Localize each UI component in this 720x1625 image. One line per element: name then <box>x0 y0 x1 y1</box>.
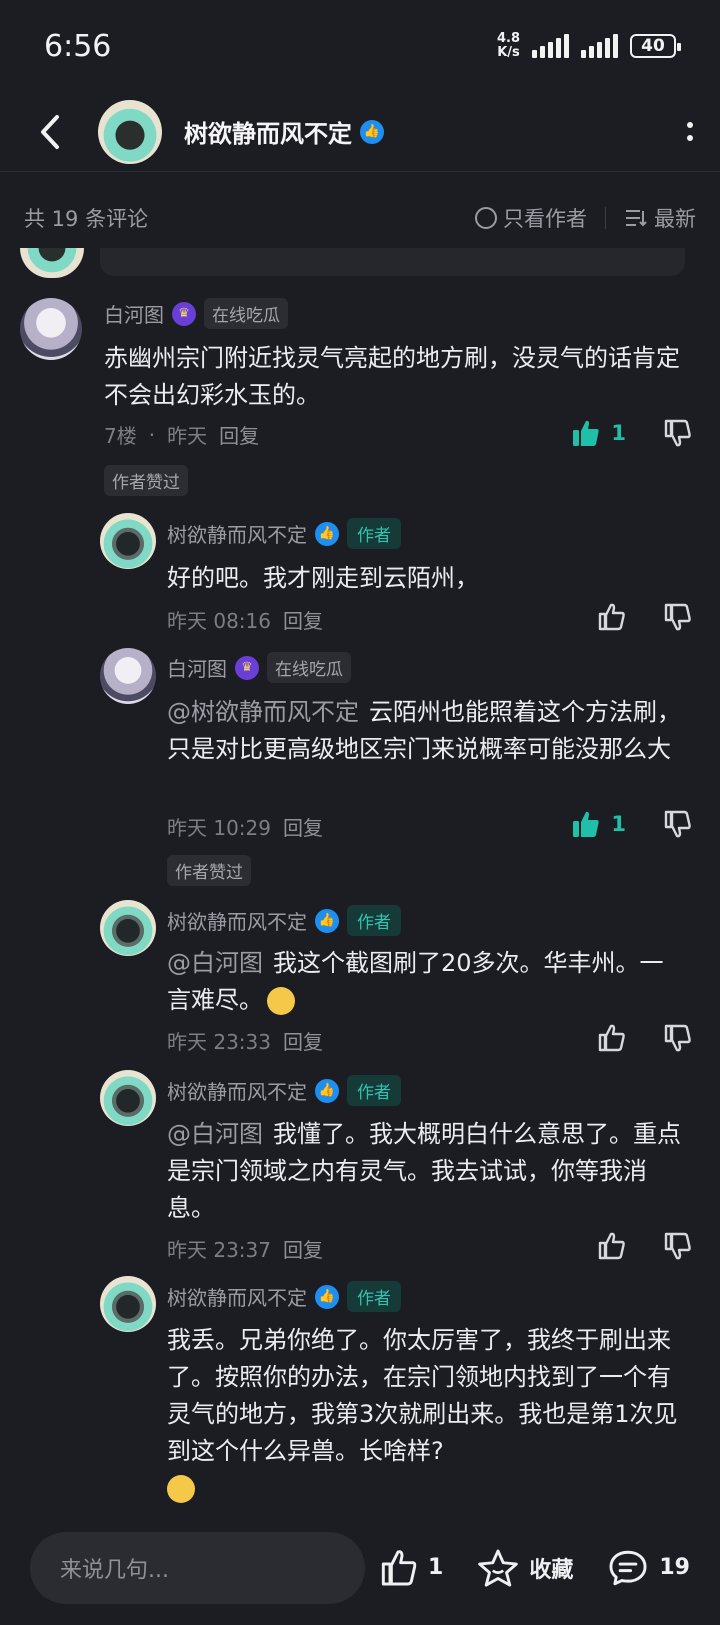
thumbs-up-icon[interactable] <box>596 1023 626 1053</box>
thumbs-up-filled-icon <box>573 420 599 446</box>
status-time: 6:56 <box>44 28 112 64</box>
trophy-icon: ♛ <box>172 301 196 326</box>
thumbs-down-icon[interactable] <box>662 602 692 632</box>
comment-time: 昨天 23:37 <box>167 1238 271 1262</box>
trophy-icon: ♛ <box>235 655 259 680</box>
avatar[interactable] <box>100 648 156 704</box>
reply-button[interactable]: 回复 <box>283 812 323 841</box>
comment-time: 昨天 10:29 <box>167 816 271 840</box>
author-badge: 作者 <box>347 518 401 549</box>
comment-time: 昨天 08:16 <box>167 609 271 633</box>
like-count: 1 <box>611 812 626 836</box>
like-button[interactable]: 1 <box>571 809 626 839</box>
floor-number: 7楼 <box>104 424 137 448</box>
avatar <box>20 248 84 278</box>
verified-icon: 👍 <box>315 1078 339 1103</box>
thumbs-up-icon <box>381 1549 417 1585</box>
radio-icon <box>475 207 497 229</box>
only-author-toggle[interactable]: 只看作者 <box>475 203 587 233</box>
thumbs-down-icon[interactable] <box>662 1023 692 1053</box>
author-badge: 作者 <box>347 905 401 936</box>
comment-text: 好的吧。我才刚走到云陌州， <box>167 564 479 592</box>
verified-icon: 👍 <box>315 1284 339 1309</box>
comment-time: 昨天 23:33 <box>167 1030 271 1054</box>
signal-icon-2 <box>581 34 618 58</box>
comment-text: 赤幽州宗门附近找灵气亮起的地方刷，没灵气的话肯定不会出幻彩水玉的。 <box>104 344 680 409</box>
thumbs-up-filled-icon <box>573 811 599 837</box>
comment-text: 我丢。兄弟你绝了。你太厉害了，我终于刷出来了。按照你的办法，在宗门领地内找到了一… <box>167 1322 682 1507</box>
user-tag: 在线吃瓜 <box>267 652 351 683</box>
like-count: 1 <box>611 421 626 445</box>
comment-text: @树欲静而风不定 云陌州也能照着这个方法刷，只是对比更高级地区宗门来说概率可能没那… <box>167 698 681 763</box>
battery-icon: 40 <box>630 34 681 58</box>
collect-button[interactable]: 收藏 <box>477 1548 573 1588</box>
signal-icon <box>532 34 569 58</box>
author-liked-badge: 作者赞过 <box>104 465 188 496</box>
reply-button[interactable]: 回复 <box>219 420 259 449</box>
comment-input[interactable]: 来说几句... <box>30 1531 365 1604</box>
nav-bar: 树欲静而风不定 👍 <box>0 92 720 172</box>
thumbs-up-icon[interactable] <box>596 602 626 632</box>
avatar[interactable] <box>100 900 156 956</box>
network-speed: 4.8 K/s <box>496 31 520 60</box>
reply-button[interactable]: 回复 <box>283 605 323 634</box>
thumbs-up-icon[interactable] <box>596 1231 626 1261</box>
author-badge: 作者 <box>347 1075 401 1106</box>
verified-icon: 👍 <box>315 908 339 933</box>
avatar[interactable] <box>100 1070 156 1126</box>
post-like-count: 1 <box>428 1555 444 1580</box>
comment-time: 昨天 <box>167 424 208 448</box>
previous-comment-bubble <box>100 248 685 276</box>
comment-total: 19 <box>659 1555 690 1580</box>
sort-button[interactable]: 最新 <box>624 203 696 233</box>
thumbs-down-icon[interactable] <box>662 418 692 448</box>
comment-author[interactable]: 白河图 <box>104 299 164 328</box>
comments-button[interactable]: 19 <box>607 1548 690 1588</box>
grin-emoji-icon <box>167 1475 195 1503</box>
thumbs-down-icon[interactable] <box>662 809 692 839</box>
author-liked-badge: 作者赞过 <box>167 855 251 886</box>
verified-icon: 👍 <box>360 119 384 144</box>
avatar[interactable] <box>98 99 162 164</box>
bottom-bar: 来说几句... 1 收藏 19 <box>0 1510 720 1625</box>
like-post-button[interactable]: 1 <box>378 1548 443 1588</box>
comment-author[interactable]: 白河图 <box>167 653 227 682</box>
user-tag: 在线吃瓜 <box>204 298 288 329</box>
comment-text: @白河图 我懂了。我大概明白什么意思了。重点是宗门领域之内有灵气。我去试试，你等我… <box>167 1120 681 1222</box>
thumbs-down-icon[interactable] <box>662 1231 692 1261</box>
comment-author[interactable]: 树欲静而风不定 <box>167 1282 307 1311</box>
comment-author[interactable]: 树欲静而风不定 <box>167 1076 307 1105</box>
sort-icon <box>626 210 647 227</box>
reply-button[interactable]: 回复 <box>283 1026 323 1055</box>
mention-link[interactable]: @树欲静而风不定 <box>167 698 359 726</box>
mention-link[interactable]: @白河图 <box>167 1120 263 1148</box>
comment-author[interactable]: 树欲静而风不定 <box>167 906 307 935</box>
status-bar: 6:56 4.8 K/s 40 <box>0 0 720 92</box>
page-title: 树欲静而风不定 <box>184 120 352 148</box>
like-button[interactable]: 1 <box>571 418 626 448</box>
cool-emoji-icon <box>267 987 295 1015</box>
star-icon <box>478 1548 519 1587</box>
avatar[interactable] <box>100 1276 156 1332</box>
chevron-left-icon <box>41 114 59 149</box>
author-badge: 作者 <box>347 1281 401 1312</box>
verified-icon: 👍 <box>315 521 339 546</box>
comment-author[interactable]: 树欲静而风不定 <box>167 519 307 548</box>
avatar[interactable] <box>100 513 156 569</box>
comment-bubble-icon <box>609 1550 647 1585</box>
back-button[interactable] <box>0 92 100 172</box>
comment-count: 共 19 条评论 <box>24 207 149 231</box>
mention-link[interactable]: @白河图 <box>167 949 263 977</box>
reply-button[interactable]: 回复 <box>283 1234 323 1263</box>
avatar[interactable] <box>20 298 82 360</box>
comment-text: @白河图 我这个截图刷了20多次。华丰州。一言难尽。 <box>167 949 664 1015</box>
more-button[interactable] <box>660 92 720 172</box>
